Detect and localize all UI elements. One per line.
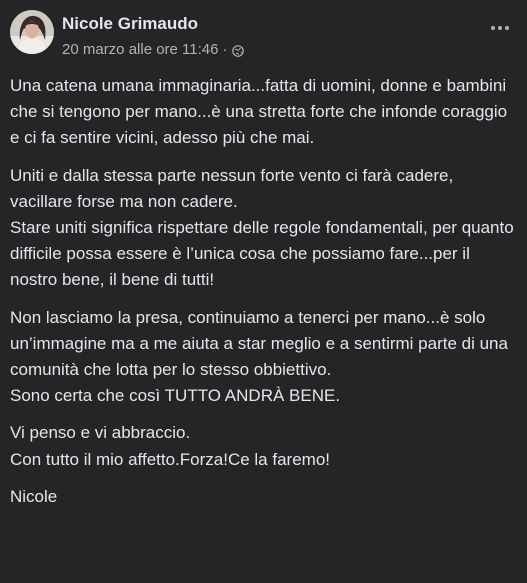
post-paragraph: Vi penso e vi abbraccio. Con tutto il mi… — [10, 423, 330, 469]
post-card: Nicole Grimaudo 20 marzo alle ore 11:46 … — [0, 0, 527, 583]
post-meta: 20 marzo alle ore 11:46 · — [62, 41, 245, 58]
post-signature: Nicole — [10, 486, 58, 506]
meta-separator: · — [222, 41, 228, 58]
post-header: Nicole Grimaudo 20 marzo alle ore 11:46 … — [10, 10, 517, 58]
more-options-icon — [491, 26, 509, 30]
post-paragraph: Non lasciamo la presa, continuiamo a ten… — [10, 307, 508, 406]
post-paragraph: Uniti e dalla stessa parte nessun forte … — [10, 165, 514, 290]
post-timestamp[interactable]: 20 marzo alle ore 11:46 — [62, 41, 218, 58]
author-avatar[interactable] — [10, 10, 54, 54]
globe-icon[interactable] — [232, 44, 245, 57]
post-body: Una catena umana immaginaria...fatta di … — [10, 73, 520, 521]
more-options-button[interactable] — [485, 18, 515, 38]
post-paragraph: Una catena umana immaginaria...fatta di … — [10, 76, 508, 148]
author-name[interactable]: Nicole Grimaudo — [62, 14, 198, 34]
